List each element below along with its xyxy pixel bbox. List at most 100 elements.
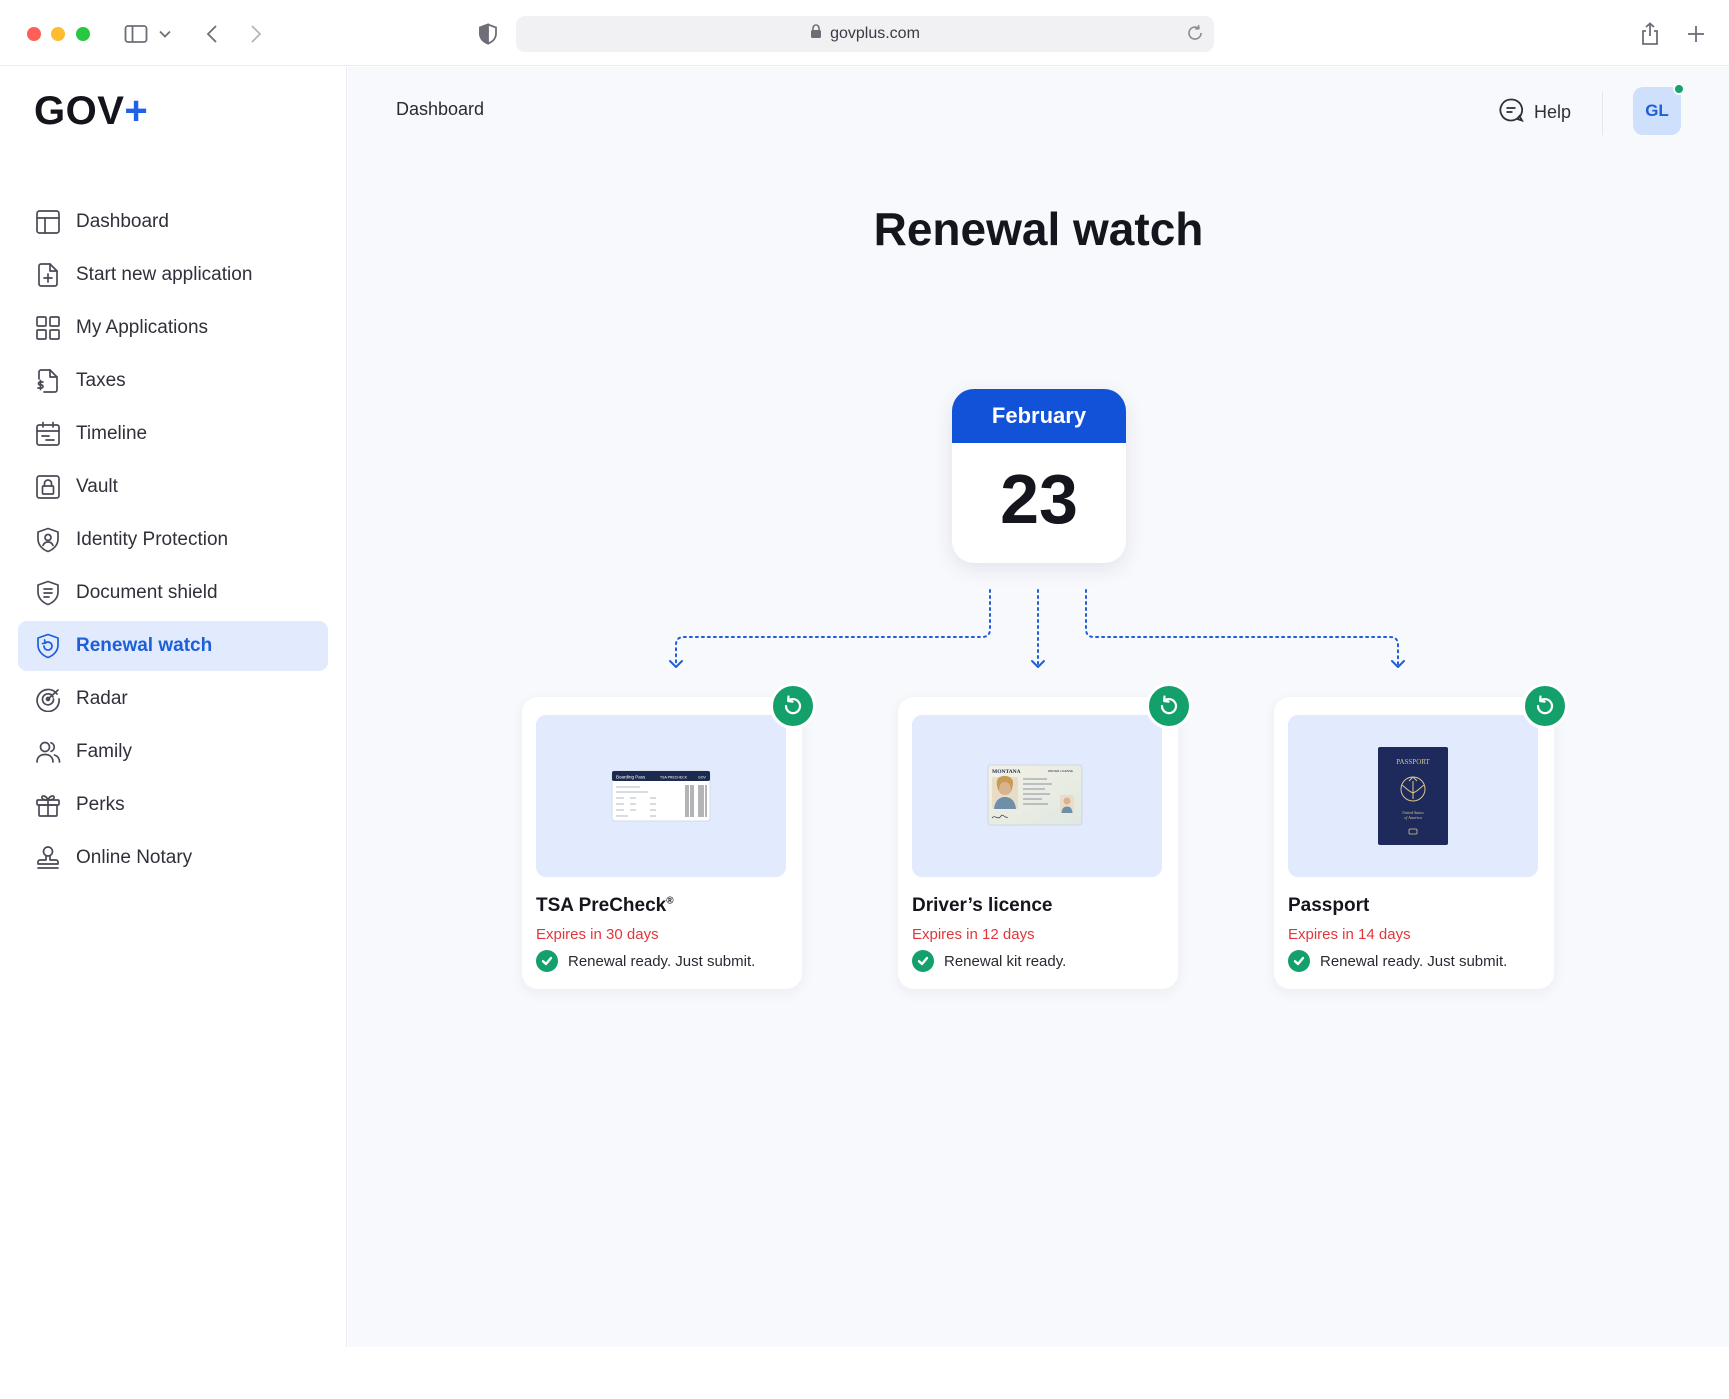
sidebar-item-label: Family xyxy=(76,741,132,762)
reload-icon[interactable] xyxy=(1186,24,1204,47)
card-status: Renewal ready. Just submit. xyxy=(1288,950,1507,972)
sidebar-item-label: Timeline xyxy=(76,423,148,444)
bottom-strip xyxy=(0,1347,1729,1399)
browser-toolbar: govplus.com xyxy=(0,0,1729,66)
card-status-text: Renewal kit ready. xyxy=(944,952,1067,970)
renewal-card-passport[interactable]: PASSPORT United States of America Passpo… xyxy=(1274,683,1568,989)
sidebar-item-label: Vault xyxy=(76,476,118,497)
users-icon xyxy=(34,738,62,766)
sidebar-item-label: Start new application xyxy=(76,264,253,285)
address-bar[interactable]: govplus.com xyxy=(516,16,1214,52)
renew-refresh-button[interactable] xyxy=(1522,683,1568,729)
layout-icon xyxy=(34,208,62,236)
sidebar-item-taxes[interactable]: Taxes xyxy=(18,356,328,406)
privacy-shield-icon[interactable] xyxy=(472,18,504,50)
url-text: govplus.com xyxy=(830,25,920,42)
sidebar-item-my-applications[interactable]: My Applications xyxy=(18,303,328,353)
card-status: Renewal ready. Just submit. xyxy=(536,950,755,972)
gift-icon xyxy=(34,791,62,819)
sidebar-nav: Dashboard Start new application My Appli… xyxy=(18,197,328,886)
sidebar-item-radar[interactable]: Radar xyxy=(18,674,328,724)
card-title: TSA PreCheck® xyxy=(536,895,674,916)
drivers-license-image: MONTANA DRIVER LICENSE xyxy=(912,715,1162,877)
stamp-icon xyxy=(34,844,62,872)
sidebar-item-start-new-application[interactable]: Start new application xyxy=(18,250,328,300)
svg-text:MONTANA: MONTANA xyxy=(992,769,1021,775)
govplus-logo[interactable]: GOV+ xyxy=(34,89,148,134)
sidebar-item-document-shield[interactable]: Document shield xyxy=(18,568,328,618)
svg-text:Boarding Pass: Boarding Pass xyxy=(616,775,646,780)
sidebar-item-timeline[interactable]: Timeline xyxy=(18,409,328,459)
sidebar-item-label: Identity Protection xyxy=(76,529,229,550)
calendar-month: February xyxy=(952,389,1126,443)
passport-image: PASSPORT United States of America xyxy=(1288,715,1538,877)
refresh-icon xyxy=(1160,695,1178,715)
check-circle-icon xyxy=(536,950,558,972)
file-dollar-icon xyxy=(34,367,62,395)
sidebar-item-label: Perks xyxy=(76,794,125,815)
card-status-text: Renewal ready. Just submit. xyxy=(1320,952,1508,970)
lock-icon xyxy=(810,24,822,44)
avatar-initials: GL xyxy=(1645,101,1669,120)
svg-text:DRIVER LICENSE: DRIVER LICENSE xyxy=(1048,769,1073,773)
main-content: Dashboard Help GL Renewal watch February… xyxy=(348,67,1729,1347)
page-title: Renewal watch xyxy=(873,203,1204,255)
card-expiry: Expires in 12 days xyxy=(912,926,1035,943)
refresh-icon xyxy=(1536,695,1554,715)
shield-user-icon xyxy=(34,526,62,554)
topbar-divider xyxy=(1602,91,1603,135)
new-tab-icon[interactable] xyxy=(1680,18,1712,50)
sidebar-item-identity-protection[interactable]: Identity Protection xyxy=(18,515,328,565)
sidebar-item-label: Radar xyxy=(76,688,128,709)
sidebar-item-dashboard[interactable]: Dashboard xyxy=(18,197,328,247)
online-status-dot xyxy=(1673,83,1685,95)
sidebar-item-online-notary[interactable]: Online Notary xyxy=(18,833,328,883)
sidebar-toggle-icon[interactable] xyxy=(120,18,152,50)
close-window-button[interactable] xyxy=(27,27,41,41)
renew-refresh-button[interactable] xyxy=(1146,683,1192,729)
radar-icon xyxy=(34,685,62,713)
lock-icon xyxy=(34,473,62,501)
sidebar-item-label: Online Notary xyxy=(76,847,193,868)
sidebar-item-label: Taxes xyxy=(76,370,126,391)
avatar[interactable]: GL xyxy=(1633,83,1685,135)
svg-text:GOV: GOV xyxy=(698,776,706,780)
renewal-card-drivers-licence[interactable]: MONTANA DRIVER LICENSE Driver’s licence … xyxy=(898,683,1192,989)
minimize-window-button[interactable] xyxy=(51,27,65,41)
svg-text:of America: of America xyxy=(1404,815,1422,820)
chat-help-icon xyxy=(1498,97,1524,128)
chevron-down-icon[interactable] xyxy=(154,18,176,50)
zoom-window-button[interactable] xyxy=(76,27,90,41)
renew-refresh-button[interactable] xyxy=(770,683,816,729)
svg-text:PASSPORT: PASSPORT xyxy=(1396,758,1430,766)
sidebar-item-label: Dashboard xyxy=(76,211,169,232)
calendar-icon xyxy=(34,420,62,448)
card-status-text: Renewal ready. Just submit. xyxy=(568,952,756,970)
check-circle-icon xyxy=(1288,950,1310,972)
sidebar-item-family[interactable]: Family xyxy=(18,727,328,777)
boarding-pass-image: Boarding Pass TSA PRECHECK GOV xyxy=(536,715,786,877)
check-circle-icon xyxy=(912,950,934,972)
sidebar-item-renewal-watch[interactable]: Renewal watch xyxy=(18,621,328,671)
sidebar-item-label: Document shield xyxy=(76,582,218,603)
file-plus-icon xyxy=(34,261,62,289)
calendar-date-card: February 23 xyxy=(952,389,1126,563)
share-icon[interactable] xyxy=(1634,18,1666,50)
card-status: Renewal kit ready. xyxy=(912,950,1066,972)
svg-text:TSA PRECHECK: TSA PRECHECK xyxy=(660,776,688,780)
sidebar-item-label: My Applications xyxy=(76,317,209,338)
shield-refresh-icon xyxy=(34,632,62,660)
renewal-card-tsa-precheck[interactable]: Boarding Pass TSA PRECHECK GOV TSA PreCh… xyxy=(522,683,816,989)
forward-arrow-icon[interactable] xyxy=(240,18,272,50)
sidebar: GOV+ Dashboard Start new application My … xyxy=(0,67,347,1347)
breadcrumb[interactable]: Dashboard xyxy=(396,99,484,120)
shield-doc-icon xyxy=(34,579,62,607)
help-button[interactable]: Help xyxy=(1498,97,1571,128)
card-expiry: Expires in 30 days xyxy=(536,926,659,943)
refresh-icon xyxy=(784,695,802,715)
sidebar-item-perks[interactable]: Perks xyxy=(18,780,328,830)
sidebar-item-label: Renewal watch xyxy=(76,635,213,656)
sidebar-item-vault[interactable]: Vault xyxy=(18,462,328,512)
card-title: Driver’s licence xyxy=(912,895,1053,916)
back-arrow-icon[interactable] xyxy=(196,18,228,50)
